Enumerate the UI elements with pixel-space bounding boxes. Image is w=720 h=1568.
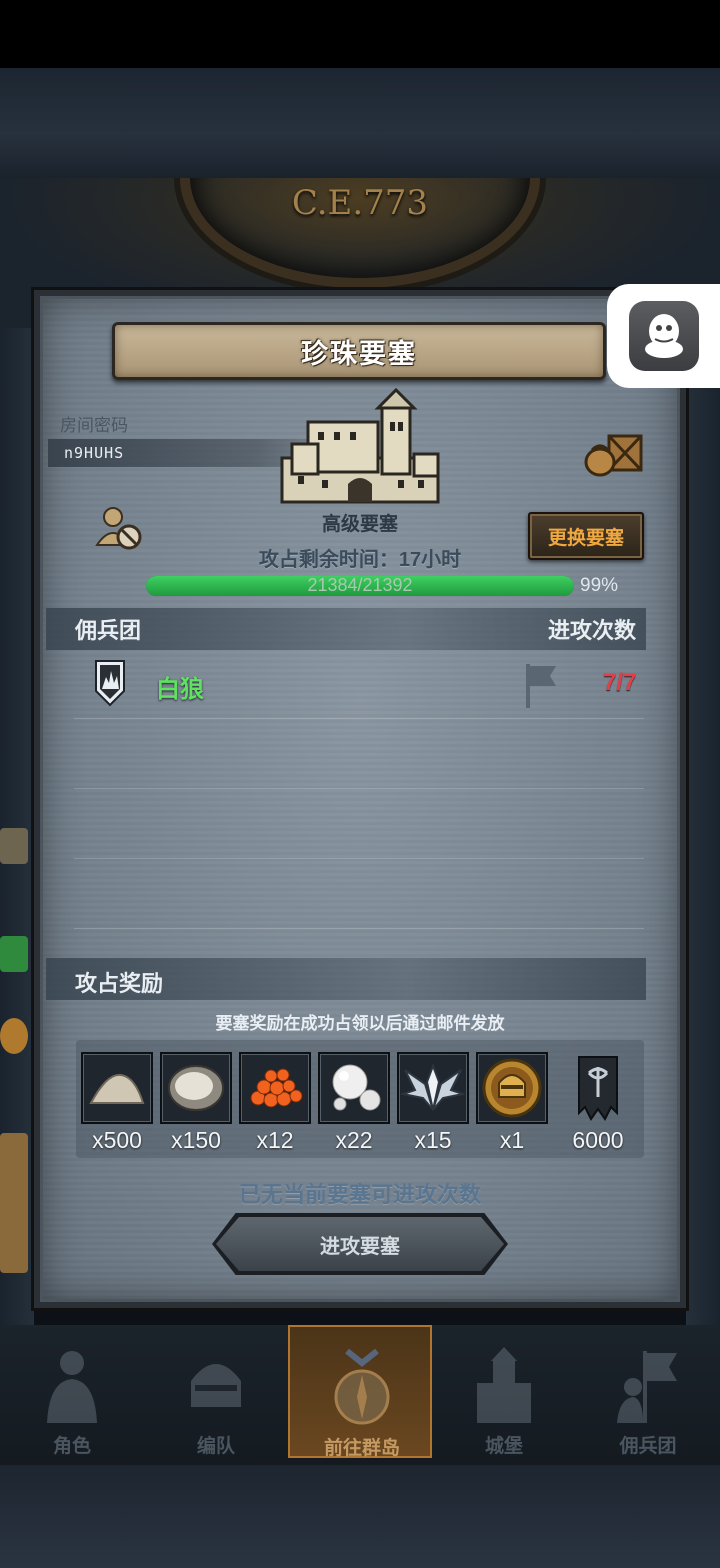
mercenary-header: 佣兵团	[75, 618, 142, 643]
status-bar	[0, 0, 720, 68]
reward-item[interactable]: x500	[81, 1052, 153, 1154]
mercenary-attack-count: 7/7	[603, 669, 637, 696]
knight-helmet-coin-icon	[482, 1058, 542, 1118]
nav-formation[interactable]: 编队	[144, 1325, 288, 1458]
nav-label: 角色	[52, 1436, 91, 1457]
qq-penguin-icon	[628, 301, 699, 371]
reward-header: 攻占奖励	[75, 971, 164, 996]
title-banner: 珍珠要塞	[112, 322, 606, 380]
nav-label: 佣兵团	[619, 1436, 677, 1457]
flag-icon	[526, 664, 556, 708]
no-player-icon[interactable]	[95, 503, 145, 553]
pearl-icon	[332, 1064, 381, 1111]
banner-icon	[578, 1056, 618, 1121]
side-scroll-icon	[0, 828, 28, 864]
mercenary-shield-icon	[95, 660, 125, 707]
reward-item[interactable]: 6000	[562, 1052, 634, 1154]
nav-mercenary[interactable]: 佣兵团	[576, 1325, 720, 1458]
room-code-text: n9HUHS	[64, 444, 125, 462]
reward-quantity: x12	[256, 1127, 294, 1153]
castle-icon	[280, 388, 440, 504]
room-password-label: 房间密码	[60, 416, 128, 435]
nav-label: 城堡	[484, 1436, 523, 1457]
era-label: C.E.773	[291, 183, 429, 223]
reward-quantity: x22	[335, 1127, 373, 1153]
reward-quantity: x1	[499, 1127, 525, 1153]
helmet-icon	[191, 1364, 241, 1407]
compass-icon	[334, 1349, 390, 1425]
reward-item[interactable]: x15	[397, 1052, 469, 1154]
reward-item[interactable]: x1	[476, 1052, 548, 1154]
oyster-icon	[168, 1065, 224, 1111]
row-divider	[74, 928, 644, 929]
row-divider	[74, 718, 644, 719]
castle-icon	[477, 1347, 531, 1423]
side-green-icon	[0, 936, 28, 972]
nav-label: 前往群岛	[323, 1438, 400, 1459]
mercenary-name[interactable]: 白狼	[156, 669, 204, 704]
remaining-time: 攻占剩余时间：17小时	[258, 549, 462, 571]
nav-archipelago[interactable]: 前往群岛	[288, 1325, 432, 1459]
reward-note: 要塞奖励在成功占领以后通过邮件发放	[215, 1014, 505, 1033]
attack-count-header: 进攻次数	[548, 618, 637, 643]
row-divider	[74, 788, 644, 789]
nav-character[interactable]: 角色	[0, 1325, 144, 1458]
bottom-fill	[0, 1465, 720, 1568]
attack-fortress-button[interactable]: 进攻要塞	[216, 1217, 504, 1271]
supply-crate-icon[interactable]	[583, 430, 645, 478]
top-band	[0, 68, 720, 178]
reward-item[interactable]: x12	[239, 1052, 311, 1154]
progress-percent: 99%	[580, 575, 619, 596]
nav-castle[interactable]: 城堡	[432, 1325, 576, 1458]
dialog-title: 珍珠要塞	[301, 338, 417, 369]
change-fortress-button[interactable]: 更换要塞	[528, 512, 644, 560]
reward-quantity: x500	[92, 1127, 142, 1153]
reward-item[interactable]: x22	[318, 1052, 390, 1154]
row-divider	[74, 858, 644, 859]
progress-text: 21384/21392	[307, 575, 413, 595]
reward-quantity: x150	[171, 1127, 221, 1153]
salt-pile-icon	[89, 1073, 145, 1104]
reward-item[interactable]: x150	[160, 1052, 232, 1154]
knight-icon	[47, 1351, 97, 1423]
no-attacks-notice: 已无当前要塞可进攻次数	[238, 1182, 481, 1207]
mercenary-icon	[617, 1351, 677, 1423]
qq-float-button[interactable]	[607, 284, 720, 388]
fortress-type: 高级要塞	[321, 514, 398, 535]
fish-roe-icon	[250, 1068, 303, 1108]
reward-quantity: x15	[414, 1127, 452, 1153]
reward-quantity: 6000	[572, 1127, 624, 1153]
nav-label: 编队	[196, 1436, 235, 1457]
winged-emblem-icon	[401, 1063, 465, 1111]
